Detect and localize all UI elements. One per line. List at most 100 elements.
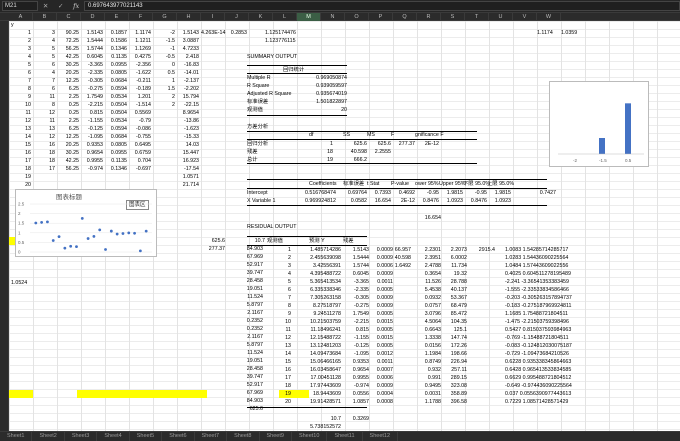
column-header-v[interactable]: V bbox=[513, 13, 537, 21]
data-cell[interactable]: 18 bbox=[9, 165, 31, 173]
data-cell[interactable]: 0.1346 bbox=[105, 45, 127, 53]
anova-header[interactable]: gnificance F bbox=[415, 131, 451, 139]
data-cell[interactable]: 0.7427 bbox=[532, 189, 556, 197]
sheet-tab[interactable]: Sheet3 bbox=[65, 432, 98, 441]
data-cell[interactable]: 0.991 bbox=[413, 374, 441, 382]
data-cell[interactable]: 14 bbox=[9, 133, 31, 141]
data-cell[interactable]: 1.7549 bbox=[81, 93, 103, 101]
data-cell[interactable]: 0.25 bbox=[57, 101, 79, 109]
data-cell[interactable]: 0.0594 bbox=[105, 85, 127, 93]
data-cell[interactable]: 0.704 bbox=[129, 157, 151, 165]
data-cell[interactable]: 4.7233 bbox=[177, 45, 199, 53]
residual-pred[interactable]: 6.335338346 bbox=[291, 286, 341, 294]
data-cell[interactable]: 0.0007 bbox=[365, 366, 393, 374]
column-header-q[interactable]: Q bbox=[393, 13, 417, 21]
data-cell[interactable]: 0.0012 bbox=[365, 350, 393, 358]
data-cell[interactable]: 2.418 bbox=[177, 53, 199, 61]
data-cell[interactable]: 0.0504 bbox=[105, 109, 127, 117]
residual-pred[interactable]: 17.97443609 bbox=[291, 382, 341, 390]
data-cell[interactable]: 104.35 bbox=[439, 318, 467, 326]
data-cell[interactable]: 1.6492 bbox=[383, 262, 411, 270]
data-cell[interactable]: 16.654 bbox=[417, 214, 441, 222]
sheet-tab[interactable]: Sheet8 bbox=[227, 432, 260, 441]
coef-header[interactable]: Coefficients bbox=[309, 180, 339, 188]
data-cell[interactable]: -2.241 -3.36541353383459 bbox=[505, 278, 605, 286]
data-cell[interactable]: 10.7 bbox=[225, 237, 265, 245]
coef-label[interactable]: X Variable 1 bbox=[247, 197, 297, 205]
data-cell[interactable]: -0.203 -0.305263157894737 bbox=[505, 294, 605, 302]
data-cell[interactable]: 13 bbox=[9, 125, 31, 133]
data-cell[interactable]: 30.25 bbox=[57, 149, 79, 157]
data-cell[interactable]: 3 bbox=[9, 45, 31, 53]
data-cell[interactable]: 0.0805 bbox=[105, 69, 127, 77]
data-cell[interactable]: 358.89 bbox=[439, 390, 467, 398]
data-cell[interactable]: 0.9955 bbox=[81, 157, 103, 165]
column-header-s[interactable]: S bbox=[441, 13, 465, 21]
data-cell[interactable]: 1.5143 bbox=[177, 29, 199, 37]
column-header-o[interactable]: O bbox=[345, 13, 369, 21]
column-header-c[interactable]: C bbox=[57, 13, 81, 21]
data-cell[interactable]: 5 bbox=[33, 45, 55, 53]
data-cell[interactable]: 3.0796 bbox=[413, 310, 441, 318]
anova-label[interactable]: 回归分析 bbox=[247, 140, 287, 148]
data-cell[interactable]: 11.524 bbox=[225, 293, 263, 301]
data-cell[interactable]: 39.747 bbox=[225, 373, 263, 381]
data-cell[interactable]: -1.514 bbox=[129, 101, 151, 109]
data-cell[interactable]: 8.9654 bbox=[177, 109, 199, 117]
column-header-p[interactable]: P bbox=[369, 13, 393, 21]
data-cell[interactable]: 0.0594 bbox=[105, 125, 127, 133]
data-cell[interactable]: 4 bbox=[9, 53, 31, 61]
residual-pred[interactable]: 9.24511278 bbox=[291, 310, 341, 318]
data-cell[interactable]: 12.25 bbox=[57, 77, 79, 85]
data-cell[interactable]: 0.0008 bbox=[365, 398, 393, 406]
data-cell[interactable]: 4 bbox=[33, 69, 55, 77]
data-cell[interactable]: 19.051 bbox=[225, 357, 263, 365]
data-cell[interactable]: 16 bbox=[33, 141, 55, 149]
residual-pred[interactable]: 10.21503759 bbox=[291, 318, 341, 326]
data-cell[interactable]: -1.155 bbox=[81, 117, 103, 125]
data-cell[interactable]: 0.0011 bbox=[365, 278, 393, 286]
sheet-tab[interactable]: Sheet1 bbox=[0, 432, 33, 441]
data-cell[interactable]: 1 bbox=[9, 29, 31, 37]
reg-stat-value[interactable]: 20 bbox=[297, 106, 347, 114]
data-cell[interactable]: 2.25 bbox=[57, 93, 79, 101]
data-cell[interactable]: 12 bbox=[33, 109, 55, 117]
data-cell[interactable]: 2915.4 bbox=[467, 246, 495, 254]
reg-stat-value[interactable]: 1.501822897 bbox=[297, 98, 347, 106]
data-cell[interactable]: 56.25 bbox=[57, 165, 79, 173]
coef-value[interactable]: 0.516768474 bbox=[305, 189, 336, 197]
data-cell[interactable]: -0.189 bbox=[129, 85, 151, 93]
sheet-tab[interactable]: Sheet11 bbox=[327, 432, 363, 441]
data-cell[interactable]: 42.25 bbox=[57, 53, 79, 61]
data-cell[interactable]: -2.137 bbox=[177, 77, 199, 85]
data-cell[interactable]: 20.25 bbox=[57, 141, 79, 149]
data-cell[interactable]: -0.305 bbox=[81, 77, 103, 85]
data-cell[interactable]: 0.0932 bbox=[413, 294, 441, 302]
data-cell[interactable]: 1.1174 bbox=[537, 29, 561, 37]
data-cell[interactable]: 9 bbox=[9, 93, 31, 101]
data-cell[interactable]: 6.25 bbox=[57, 85, 79, 93]
data-cell[interactable]: 13 bbox=[33, 125, 55, 133]
anova-label[interactable]: 残差 bbox=[247, 148, 287, 156]
data-cell[interactable]: 17 bbox=[33, 165, 55, 173]
coef-label[interactable]: Intercept bbox=[247, 189, 297, 197]
residual-pred[interactable]: 4.395488722 bbox=[291, 270, 341, 278]
data-cell[interactable]: 625.6 bbox=[225, 405, 263, 413]
data-cell[interactable]: 18 bbox=[33, 149, 55, 157]
data-cell[interactable]: 11 bbox=[33, 117, 56, 125]
data-cell[interactable]: 1.5444 bbox=[81, 37, 103, 45]
data-cell[interactable]: 1.123776115 bbox=[265, 37, 305, 45]
data-cell[interactable]: 0.0009 bbox=[365, 382, 393, 390]
data-cell[interactable]: 1.5744 bbox=[81, 45, 103, 53]
data-cell[interactable]: 28.458 bbox=[225, 277, 263, 285]
column-header-l[interactable]: L bbox=[273, 13, 297, 21]
data-cell[interactable]: 6.25 bbox=[57, 125, 79, 133]
data-cell[interactable]: 6 bbox=[33, 61, 55, 69]
data-cell[interactable]: 7 bbox=[33, 77, 55, 85]
sheet-tab[interactable]: Sheet4 bbox=[97, 432, 130, 441]
data-cell[interactable]: 0.0955 bbox=[105, 61, 127, 69]
data-cell[interactable]: 2 bbox=[9, 37, 31, 45]
data-cell[interactable]: 0.6643 bbox=[413, 326, 441, 334]
sheet-tab[interactable]: Sheet2 bbox=[32, 432, 65, 441]
data-cell[interactable]: 2.2073 bbox=[439, 246, 467, 254]
